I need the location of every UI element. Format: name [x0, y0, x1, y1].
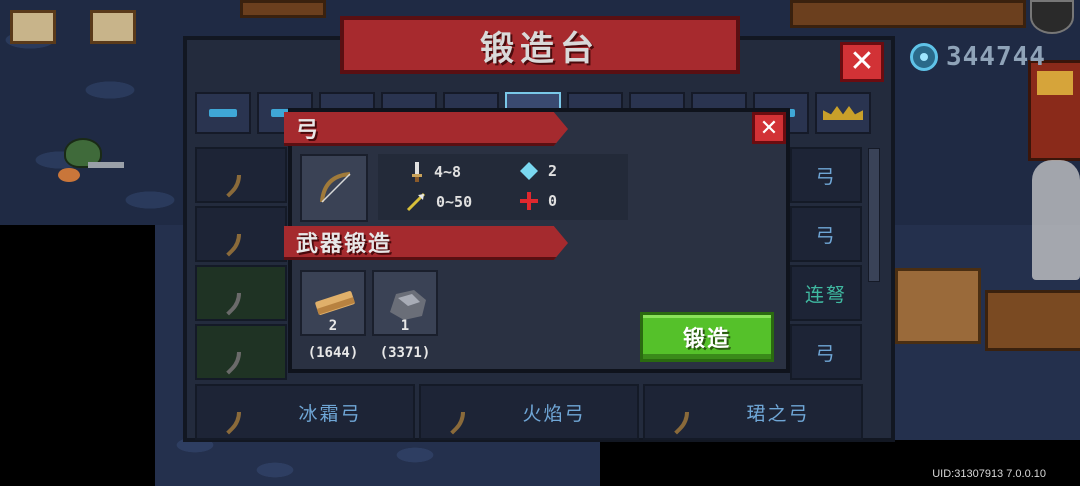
list-item[interactable]: 弓 [790, 324, 862, 380]
player-character [58, 138, 124, 188]
weapon-stats: 4~8 2 0~50 0 [378, 154, 628, 220]
wooden-shelf [240, 0, 326, 18]
weapon-name-ribbon: 弓 [284, 112, 568, 146]
sword-icon [412, 162, 422, 182]
uid-label: UID:31307913 7.0.0.10 [932, 468, 1046, 480]
season-icon [1030, 0, 1074, 34]
crossbow-icon [207, 273, 247, 313]
energy-stat: 2 [520, 162, 557, 180]
forge-section-title: 武器锻造 [296, 231, 393, 257]
list-item[interactable]: 冰霜弓 [195, 384, 415, 440]
list-item[interactable]: 火焰弓 [419, 384, 639, 440]
crossbow-icon [207, 332, 247, 372]
treasure-chest [1028, 60, 1080, 161]
list-item[interactable] [195, 265, 287, 321]
list-item[interactable] [195, 147, 287, 203]
damage-stat: 4~8 [410, 162, 461, 182]
weapon-name: 冰霜弓 [298, 402, 362, 425]
crown-icon [823, 106, 863, 120]
bow-icon [207, 214, 247, 254]
weapon-name: 珺之弓 [746, 402, 810, 425]
fire-bow-icon [431, 392, 471, 432]
gem-icon [910, 43, 938, 71]
frost-bow-icon [207, 392, 247, 432]
weapon-name: 火焰弓 [522, 402, 586, 425]
tab-crown[interactable] [815, 92, 871, 134]
tab-pistol[interactable] [195, 92, 251, 134]
pistol-icon [209, 109, 237, 117]
bow-icon [320, 172, 351, 203]
accuracy-value: 0~50 [436, 193, 473, 211]
weapon-name: 弓 [815, 342, 837, 365]
accuracy-stat: 0~50 [406, 192, 472, 212]
list-item[interactable]: 连弩 [790, 265, 862, 321]
weapon-name: 弓 [815, 165, 837, 188]
bow-icon [207, 155, 247, 195]
page-title: 锻造台 [480, 28, 600, 69]
blueprint-table [895, 268, 981, 344]
weapon-rack [985, 290, 1080, 351]
weapon-preview [300, 154, 368, 222]
wooden-shelf [790, 0, 1026, 28]
weapon-name: 弓 [815, 224, 837, 247]
material-required: 1 [400, 318, 410, 334]
critical-stat: 0 [520, 192, 557, 210]
notice-board [90, 10, 136, 44]
accuracy-icon [406, 192, 426, 212]
cloth-stand [1032, 160, 1080, 280]
gem-counter: 344744 [910, 42, 1046, 72]
gem-count: 344744 [946, 42, 1046, 72]
material-owned: (3371) [379, 345, 431, 361]
material-owned: (1644) [307, 345, 359, 361]
energy-value: 2 [548, 162, 558, 180]
list-item[interactable]: 珺之弓 [643, 384, 863, 440]
list-item[interactable] [195, 324, 287, 380]
close-icon: ✕ [759, 115, 779, 141]
list-item[interactable] [195, 206, 287, 262]
forge-button[interactable]: 锻造 [640, 312, 774, 362]
close-forge-button[interactable]: ✕ [840, 42, 884, 82]
crosshair-icon [520, 192, 538, 210]
close-detail-button[interactable]: ✕ [752, 112, 786, 144]
list-scrollbar[interactable] [868, 148, 880, 282]
jade-bow-icon [655, 392, 695, 432]
list-item[interactable]: 弓 [790, 147, 862, 203]
forge-title-banner: 锻造台 [340, 16, 740, 74]
damage-value: 4~8 [434, 163, 462, 181]
material-required: 2 [328, 318, 338, 334]
weapon-name: 连弩 [804, 283, 847, 306]
weapon-title: 弓 [296, 117, 321, 143]
notice-board [10, 10, 56, 44]
forge-section-ribbon: 武器锻造 [284, 226, 568, 260]
energy-icon [520, 162, 538, 180]
close-icon: ✕ [849, 44, 875, 79]
critical-value: 0 [548, 192, 558, 210]
list-item[interactable]: 弓 [790, 206, 862, 262]
